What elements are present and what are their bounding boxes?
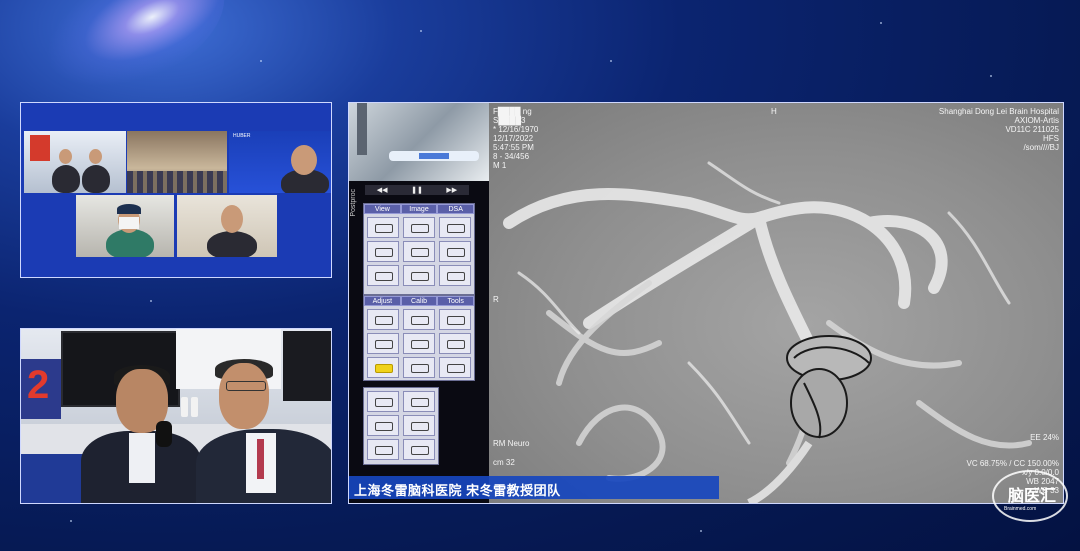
tab-tools[interactable]: Tools: [437, 296, 475, 306]
contour-tool-icon[interactable]: [367, 333, 399, 354]
zoom-tool-icon[interactable]: [367, 217, 399, 238]
tab-view[interactable]: View: [364, 204, 401, 214]
line-tool-icon[interactable]: [403, 357, 435, 378]
operating-room-camera[interactable]: [349, 103, 489, 181]
star: [880, 22, 882, 24]
orientation-left: R: [493, 295, 499, 304]
annotation-tool-icon[interactable]: [439, 357, 471, 378]
landmark-tool-icon[interactable]: [439, 241, 471, 262]
postproc-label: Postproc: [350, 189, 357, 217]
tab-calib[interactable]: Calib: [400, 296, 438, 306]
view-tools-panel: View Image DSA: [363, 203, 475, 295]
pixel-shift-icon[interactable]: [403, 241, 435, 262]
layout-3-icon[interactable]: [367, 415, 399, 436]
mask-tool-icon[interactable]: [403, 265, 435, 286]
angle-tool-icon[interactable]: [439, 309, 471, 330]
glasses-icon: [226, 381, 266, 391]
angiography-image[interactable]: F████ ng S████3 * 12/16/1970 12/17/2022 …: [489, 103, 1063, 503]
hospital-info-overlay: Shanghai Dong Lei Brain Hospital AXIOM-A…: [938, 107, 1059, 152]
aneurysm-coil: [786, 335, 872, 439]
layout-2-icon[interactable]: [403, 391, 435, 412]
video-tile-speaker[interactable]: HUBER: [229, 131, 331, 193]
print-icon[interactable]: [403, 439, 435, 460]
distance-tool-icon[interactable]: [403, 309, 435, 330]
angiography-viewer: Postproc ◀◀ ❚❚ ▶▶ View Image DSA Adjust …: [348, 102, 1064, 504]
layout-tools-panel: [363, 387, 439, 465]
rewind-icon[interactable]: ◀◀: [377, 186, 388, 194]
edge-enhance-overlay: EE 24%: [1030, 433, 1059, 442]
flip-tool-icon[interactable]: [367, 241, 399, 262]
playback-controls: ◀◀ ❚❚ ▶▶: [365, 185, 469, 195]
galaxy-swirl: [25, 0, 245, 115]
monitor: [283, 331, 331, 401]
patient-info-overlay: F████ ng S████3 * 12/16/1970 12/17/2022 …: [493, 107, 539, 170]
star: [990, 75, 992, 77]
brainmed-logo: 脑医汇 Brainmed.com: [992, 470, 1068, 522]
star: [420, 30, 422, 32]
export-icon[interactable]: [367, 439, 399, 460]
layout-4-icon[interactable]: [403, 415, 435, 436]
forward-icon[interactable]: ▶▶: [446, 186, 457, 194]
pan-tool-icon[interactable]: [403, 217, 435, 238]
video-tile-participant[interactable]: [177, 195, 277, 257]
video-tile-conference-hall[interactable]: [24, 131, 126, 193]
star: [260, 60, 262, 62]
tab-adjust[interactable]: Adjust: [364, 296, 401, 306]
adjust-tools-panel: Adjust Calib Tools: [363, 295, 475, 381]
star: [150, 300, 152, 302]
caption-bar: 上海冬雷脑科医院 宋冬雷教授团队: [349, 476, 719, 499]
speaker-video[interactable]: 2: [20, 328, 332, 504]
calibration-icon[interactable]: [403, 333, 435, 354]
caption-text: 上海冬雷脑科医院 宋冬雷教授团队: [354, 483, 561, 498]
vessel-image: [503, 161, 1032, 503]
tab-dsa[interactable]: DSA: [437, 204, 475, 214]
video-conference-grid: HUBER: [20, 102, 332, 278]
rotate-tool-icon[interactable]: [367, 265, 399, 286]
window-level-icon[interactable]: [367, 309, 399, 330]
orientation-top: H: [771, 107, 777, 116]
video-tile-surgeon[interactable]: [76, 195, 174, 257]
protocol-overlay: RM Neuro cm 32: [493, 439, 530, 467]
red-banner: [30, 135, 50, 161]
video-tile-auditorium[interactable]: [127, 131, 227, 193]
roadmap-tool-icon[interactable]: [439, 265, 471, 286]
stenosis-tool-icon[interactable]: [439, 333, 471, 354]
tile-banner-text: HUBER: [233, 133, 251, 139]
pause-icon[interactable]: ❚❚: [411, 186, 423, 194]
star: [610, 60, 612, 62]
tab-image[interactable]: Image: [400, 204, 438, 214]
microphone-icon: [156, 421, 172, 447]
star: [700, 530, 702, 532]
star: [70, 520, 72, 522]
subtract-tool-icon[interactable]: [439, 217, 471, 238]
highlight-tool-icon[interactable]: [367, 357, 399, 378]
layout-1-icon[interactable]: [367, 391, 399, 412]
